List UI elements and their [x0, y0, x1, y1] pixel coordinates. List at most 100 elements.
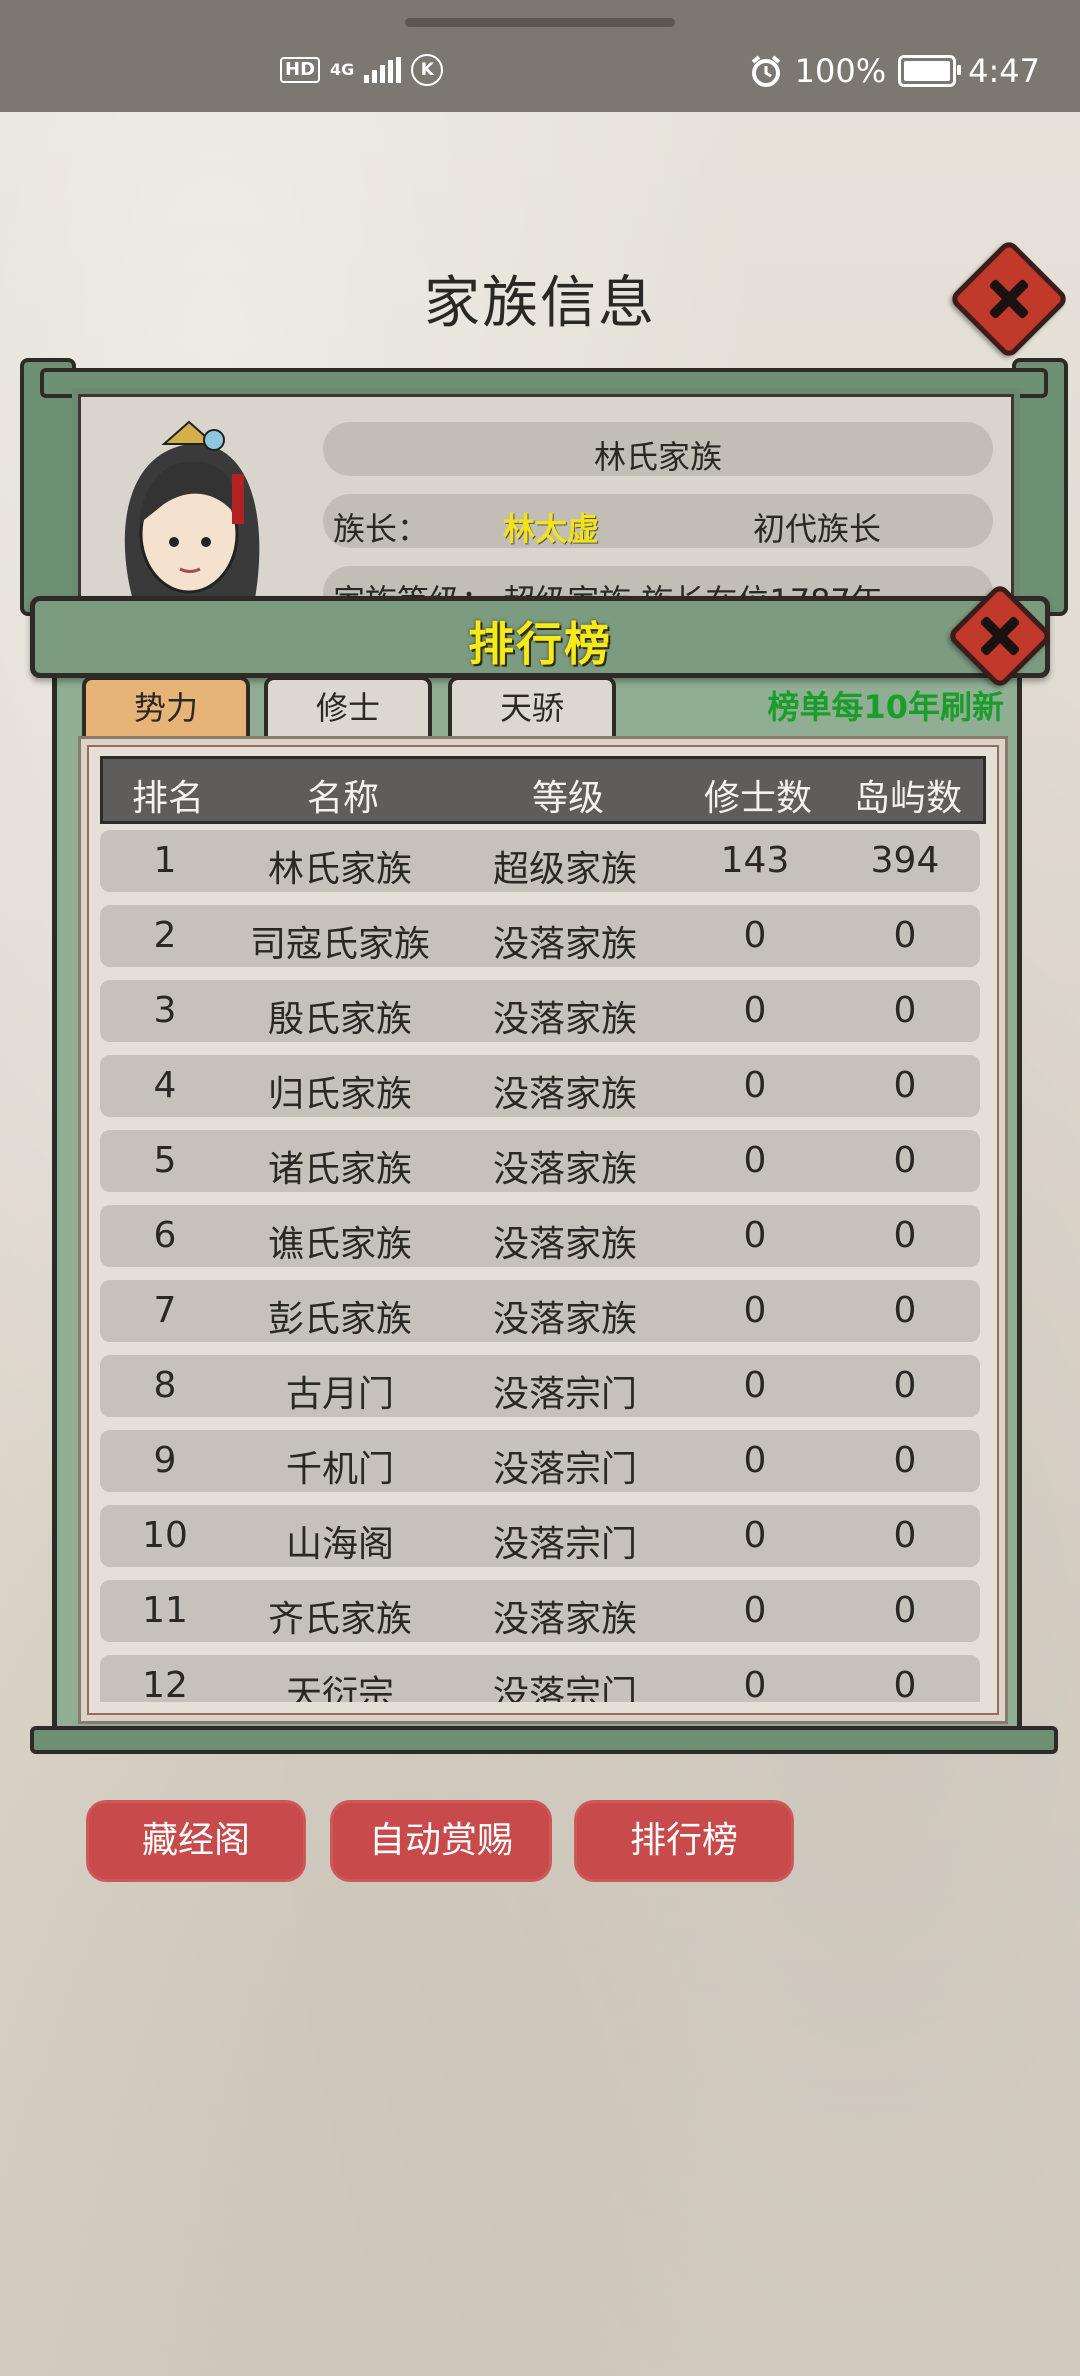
row-cultivators: 0	[743, 1365, 767, 1406]
table-row[interactable]: 12 天衍宗 没落宗门 0 0	[100, 1655, 980, 1702]
table-row[interactable]: 6 谯氏家族 没落家族 0 0	[100, 1205, 980, 1267]
row-cultivators: 0	[743, 1440, 767, 1481]
row-cultivators: 0	[743, 1290, 767, 1331]
row-name: 司寇氏家族	[249, 924, 430, 965]
row-islands: 394	[870, 840, 940, 881]
table-row[interactable]: 8 古月门 没落宗门 0 0	[100, 1355, 980, 1417]
row-islands: 0	[893, 915, 917, 956]
col-islands: 岛屿数	[853, 778, 962, 819]
table-row[interactable]: 3 殷氏家族 没落家族 0 0	[100, 980, 980, 1042]
table-row[interactable]: 5 诸氏家族 没落家族 0 0	[100, 1130, 980, 1192]
row-level: 没落家族	[492, 1224, 637, 1265]
row-islands: 0	[893, 1515, 917, 1556]
table-row[interactable]: 7 彭氏家族 没落家族 0 0	[100, 1280, 980, 1342]
ranking-rows[interactable]: 1 林氏家族 超级家族 143 394 2 司寇氏家族 没落家族 0 0 3 殷…	[100, 830, 980, 1702]
row-name: 林氏家族	[267, 849, 412, 890]
row-rank: 7	[153, 1290, 177, 1331]
scripture-pavilion-button[interactable]: 藏经阁	[86, 1800, 306, 1882]
row-level: 没落宗门	[492, 1374, 637, 1415]
row-level: 没落家族	[492, 999, 637, 1040]
row-cultivators: 0	[743, 1215, 767, 1256]
col-cultivators: 修士数	[703, 778, 812, 819]
row-rank: 5	[153, 1140, 177, 1181]
table-row[interactable]: 2 司寇氏家族 没落家族 0 0	[100, 905, 980, 967]
row-name: 千机门	[285, 1449, 394, 1490]
signal-icon	[364, 57, 402, 83]
col-rank: 排名	[131, 778, 204, 819]
tab-cultivator[interactable]: 修士	[264, 676, 432, 742]
row-level: 没落家族	[492, 1299, 637, 1340]
row-rank: 3	[153, 990, 177, 1031]
leader-bar: 族长： 林太虚 初代族长	[323, 494, 993, 548]
refresh-note: 榜单每10年刷新	[767, 688, 1004, 726]
row-level: 超级家族	[492, 849, 637, 890]
status-right: 100% 4:47	[749, 52, 1040, 90]
table-row[interactable]: 11 齐氏家族 没落家族 0 0	[100, 1580, 980, 1642]
row-cultivators: 0	[743, 990, 767, 1031]
row-level: 没落宗门	[492, 1524, 637, 1565]
row-level: 没落家族	[492, 1074, 637, 1115]
table-row[interactable]: 10 山海阁 没落宗门 0 0	[100, 1505, 980, 1567]
row-name: 古月门	[285, 1374, 394, 1415]
row-islands: 0	[893, 1665, 917, 1702]
family-name: 林氏家族	[593, 438, 722, 476]
row-islands: 0	[893, 1365, 917, 1406]
leader-name: 林太虚	[503, 510, 600, 548]
k-icon: K	[411, 54, 444, 86]
row-islands: 0	[893, 1440, 917, 1481]
ranking-title: 排行榜	[468, 617, 612, 671]
row-level: 没落家族	[492, 924, 637, 965]
row-name: 山海阁	[285, 1524, 394, 1565]
page-title: 家族信息	[424, 271, 656, 336]
table-row[interactable]: 1 林氏家族 超级家族 143 394	[100, 830, 980, 892]
row-name: 谯氏家族	[267, 1224, 412, 1265]
ranking-column-header: 排名 名称 等级 修士数 岛屿数	[100, 756, 986, 824]
row-islands: 0	[893, 1290, 917, 1331]
leader-avatar	[124, 420, 260, 604]
row-rank: 2	[153, 915, 177, 956]
table-row[interactable]: 4 归氏家族 没落家族 0 0	[100, 1055, 980, 1117]
close-family-info-button[interactable]	[948, 238, 1070, 360]
auto-reward-button[interactable]: 自动赏赐	[330, 1800, 552, 1882]
row-cultivators: 143	[720, 840, 790, 881]
row-cultivators: 0	[743, 1665, 767, 1702]
network-type: 4G	[330, 60, 355, 79]
ranking-button[interactable]: 排行榜	[574, 1800, 794, 1882]
row-rank: 1	[153, 840, 177, 881]
col-level: 等级	[531, 778, 604, 819]
row-islands: 0	[893, 1140, 917, 1181]
status-left: HD 4G K	[280, 54, 444, 86]
row-name: 殷氏家族	[267, 999, 412, 1040]
row-rank: 6	[153, 1215, 177, 1256]
row-islands: 0	[893, 1590, 917, 1631]
row-name: 天衍宗	[285, 1674, 394, 1702]
family-info-panel: 林氏家族 族长： 林太虚 初代族长 家族等级： 超级家族 族长在位1787年	[72, 388, 1020, 620]
row-cultivators: 0	[743, 1065, 767, 1106]
row-cultivators: 0	[743, 1140, 767, 1181]
hd-icon: HD	[280, 57, 321, 83]
row-cultivators: 0	[743, 915, 767, 956]
gesture-handle	[405, 18, 675, 27]
row-rank: 8	[153, 1365, 177, 1406]
leader-title: 初代族长	[753, 510, 882, 548]
row-rank: 4	[153, 1065, 177, 1106]
row-islands: 0	[893, 1065, 917, 1106]
battery-icon	[898, 55, 962, 87]
row-name: 彭氏家族	[267, 1299, 412, 1340]
clock: 4:47	[968, 52, 1040, 90]
tab-power[interactable]: 势力	[82, 676, 250, 742]
row-name: 诸氏家族	[267, 1149, 412, 1190]
row-level: 没落宗门	[492, 1449, 637, 1490]
scroll-bottom-bar	[30, 1726, 1058, 1754]
table-row[interactable]: 9 千机门 没落宗门 0 0	[100, 1430, 980, 1492]
row-rank: 11	[142, 1590, 188, 1631]
row-level: 没落家族	[492, 1149, 637, 1190]
row-level: 没落宗门	[492, 1674, 637, 1702]
leader-label: 族长：	[333, 510, 430, 548]
tab-prodigy[interactable]: 天骄	[448, 676, 616, 742]
row-cultivators: 0	[743, 1590, 767, 1631]
row-rank: 10	[142, 1515, 188, 1556]
col-name: 名称	[306, 778, 379, 819]
row-rank: 9	[153, 1440, 177, 1481]
row-cultivators: 0	[743, 1515, 767, 1556]
